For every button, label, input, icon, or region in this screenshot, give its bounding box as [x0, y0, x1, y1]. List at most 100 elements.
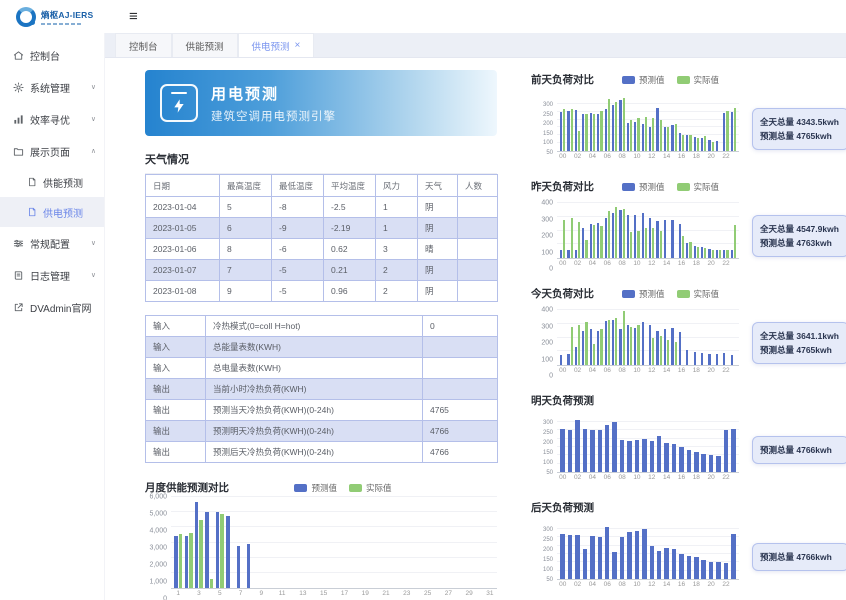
- bar: [731, 250, 733, 258]
- bar: [627, 215, 629, 258]
- bar: [608, 320, 610, 365]
- bar: [593, 225, 595, 258]
- x-tick-label: [641, 580, 648, 590]
- bar: [645, 228, 647, 258]
- bar-group: [589, 203, 596, 258]
- bar-group: [670, 417, 677, 472]
- x-tick-label: 08: [618, 580, 625, 590]
- bar: [568, 430, 573, 473]
- sidebar-item-display-pages[interactable]: 展示页面 ∧: [0, 135, 104, 167]
- x-tick-label: [308, 589, 318, 599]
- bar-group: [685, 524, 692, 579]
- summary-box: 预测总量 4766kwh: [752, 436, 846, 464]
- bar-group: [574, 203, 581, 258]
- actual-swatch: [677, 76, 690, 84]
- hamburger-menu-icon[interactable]: ≡: [129, 9, 138, 24]
- sidebar-item-general-config[interactable]: 常规配置 ∨: [0, 227, 104, 259]
- bar: [686, 135, 688, 151]
- x-tick-label: [596, 473, 603, 483]
- x-tick-label: 04: [589, 473, 596, 483]
- bar-group: [722, 524, 729, 579]
- bar-group: [670, 96, 677, 151]
- bar: [701, 138, 703, 151]
- bar: [605, 321, 607, 365]
- bar-group: [663, 417, 670, 472]
- y-tick-label: 300: [543, 527, 553, 533]
- bar: [600, 329, 602, 365]
- sidebar-item-log-mgmt[interactable]: 日志管理 ∨: [0, 259, 104, 291]
- summary-box: 预测总量 4766kwh: [752, 543, 846, 571]
- x-tick-label: [566, 152, 573, 162]
- sidebar-item-energy-forecast[interactable]: 供能预测: [0, 167, 104, 197]
- bar-group: [707, 417, 714, 472]
- x-axis: 000204060810121416182022: [557, 366, 739, 376]
- x-tick-label: [715, 152, 722, 162]
- sidebar-item-dvadmin-site[interactable]: DVAdmin官网: [0, 291, 104, 323]
- bar: [563, 220, 565, 259]
- bar-group: [298, 497, 308, 588]
- bar-group: [678, 96, 685, 151]
- chart-title: 昨天负荷对比: [531, 179, 594, 194]
- x-tick-label: 06: [604, 366, 611, 376]
- bar-group: [574, 417, 581, 472]
- close-icon[interactable]: ×: [295, 40, 301, 51]
- right-panel: 前天负荷对比 预测值 实际值 5010015020025030000020406…: [531, 70, 840, 600]
- bar-group: [454, 497, 464, 588]
- sidebar-item-console[interactable]: 控制台: [0, 39, 104, 71]
- bar: [615, 102, 617, 151]
- bar-group: [633, 96, 640, 151]
- x-tick-label: [626, 259, 633, 269]
- tab-power-forecast[interactable]: 供电预测 ×: [238, 33, 315, 57]
- x-tick-label: [700, 473, 707, 483]
- bar: [560, 250, 562, 258]
- bar-group: [633, 310, 640, 365]
- bar: [593, 114, 595, 151]
- bar: [590, 224, 592, 258]
- bar: [560, 534, 565, 579]
- bar-group: [707, 524, 714, 579]
- x-tick-label: [655, 473, 662, 483]
- bar: [642, 124, 644, 151]
- sidebar: 控制台 系统管理 ∨ 效率寻优 ∨ 展示页面 ∧ 供能预测: [0, 33, 105, 600]
- table-row: 2023-01-045-8-2.51阴: [146, 197, 498, 218]
- x-tick-label: 08: [618, 473, 625, 483]
- bar: [686, 243, 688, 258]
- brand-logo[interactable]: 熵枢AJ-IERS: [0, 7, 105, 27]
- bar-group: [581, 96, 588, 151]
- sidebar-item-power-forecast[interactable]: 供电预测: [0, 197, 104, 227]
- x-tick-label: 10: [633, 366, 640, 376]
- x-tick-label: 12: [648, 366, 655, 376]
- y-tick-label: 50: [546, 577, 553, 583]
- tab-console[interactable]: 控制台: [115, 33, 172, 57]
- x-tick-label: 08: [618, 152, 625, 162]
- y-axis: 01,0002,0003,0004,0005,0006,000: [145, 497, 171, 599]
- x-tick-label: [685, 473, 692, 483]
- bar: [701, 247, 703, 258]
- x-tick-label: 27: [443, 589, 453, 599]
- x-tick-label: [596, 259, 603, 269]
- y-axis: 50100150200250300: [531, 417, 557, 483]
- table-row: 2023-01-077-50.212阴: [146, 260, 498, 281]
- lightning-bolt-icon: [171, 96, 187, 116]
- bar-group: [589, 96, 596, 151]
- bar-group: [402, 497, 412, 588]
- bar: [682, 236, 684, 258]
- bar-group: [670, 524, 677, 579]
- x-tick-label: 11: [277, 589, 287, 599]
- x-tick-label: 18: [693, 473, 700, 483]
- bar-group: [596, 524, 603, 579]
- bar: [585, 322, 587, 365]
- sidebar-item-system-mgmt[interactable]: 系统管理 ∨: [0, 71, 104, 103]
- column-header: 平均温度: [324, 175, 376, 197]
- bar-group: [581, 203, 588, 258]
- bar: [679, 447, 684, 472]
- x-tick-label: 02: [574, 152, 581, 162]
- bar: [195, 502, 199, 588]
- bar-group: [611, 417, 618, 472]
- sidebar-item-efficiency[interactable]: 效率寻优 ∨: [0, 103, 104, 135]
- bar: [656, 221, 658, 258]
- tab-energy-forecast[interactable]: 供能预测: [172, 33, 238, 57]
- chart-icon: [13, 114, 24, 125]
- bar: [560, 429, 565, 472]
- bar-group: [596, 310, 603, 365]
